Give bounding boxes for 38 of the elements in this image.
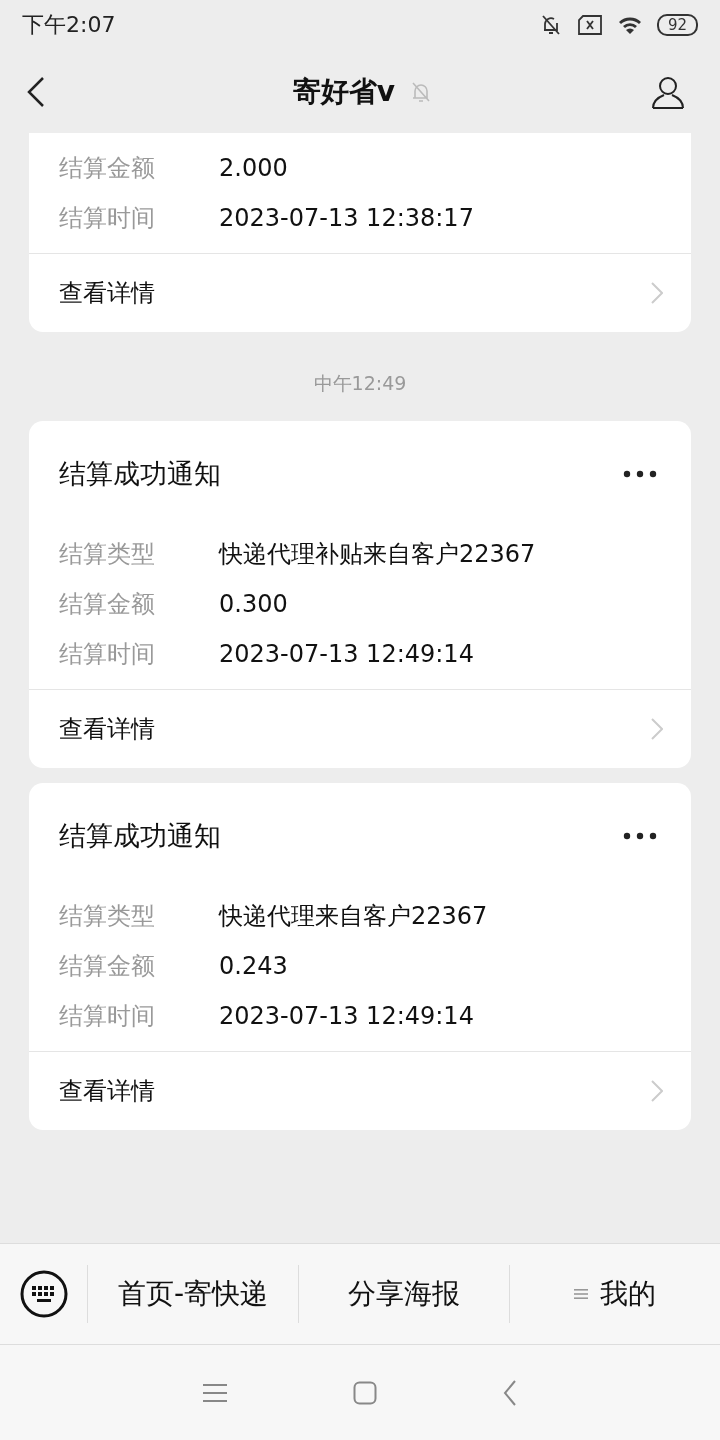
field-value: 2023-07-13 12:49:14: [219, 1002, 474, 1030]
field-label: 结算金额: [59, 153, 156, 184]
field-label: 结算时间: [59, 1001, 156, 1032]
field-label: 结算类型: [59, 901, 156, 932]
keyboard-icon[interactable]: [18, 1269, 69, 1319]
chevron-right-icon: [651, 718, 663, 740]
field-label: 结算金额: [59, 951, 156, 982]
card-title: 结算成功通知: [59, 457, 221, 491]
field-value: 0.300: [219, 590, 288, 618]
field-value: 快递代理来自客户22367: [219, 901, 488, 932]
home-icon[interactable]: [353, 1380, 377, 1405]
back-icon[interactable]: [26, 75, 46, 108]
field-value: 2023-07-13 12:38:17: [219, 204, 474, 232]
details-link[interactable]: 查看详情: [29, 253, 691, 332]
field-label: 结算时间: [59, 639, 156, 670]
message-time: 中午12:49: [313, 371, 407, 396]
card-title: 结算成功通知: [59, 819, 221, 853]
sim-off-icon: [576, 14, 603, 36]
field-value: 快递代理补贴来自客户22367: [219, 539, 536, 570]
chevron-right-icon: [651, 282, 663, 304]
menu-button[interactable]: 分享海报: [299, 1265, 510, 1323]
menu-button[interactable]: 首页-寄快递: [88, 1265, 299, 1323]
details-link[interactable]: 查看详情: [29, 1051, 691, 1130]
details-link[interactable]: 查看详情: [29, 689, 691, 768]
menu-icon[interactable]: [203, 1382, 227, 1403]
chat-title: 寄好省v: [292, 73, 396, 110]
field-label: 结算类型: [59, 539, 156, 570]
chevron-right-icon: [651, 1080, 663, 1102]
field-value: 2.000: [219, 154, 288, 182]
field-label: 结算时间: [59, 203, 156, 234]
field-label: 结算金额: [59, 589, 156, 620]
battery-level: 92: [656, 14, 698, 36]
field-value: 2023-07-13 12:49:14: [219, 640, 474, 668]
menu-button[interactable]: 我的: [510, 1265, 720, 1323]
more-icon[interactable]: [623, 470, 657, 478]
more-icon[interactable]: [623, 832, 657, 840]
field-value: 0.243: [219, 952, 288, 980]
status-time: 下午2:07: [22, 11, 116, 39]
